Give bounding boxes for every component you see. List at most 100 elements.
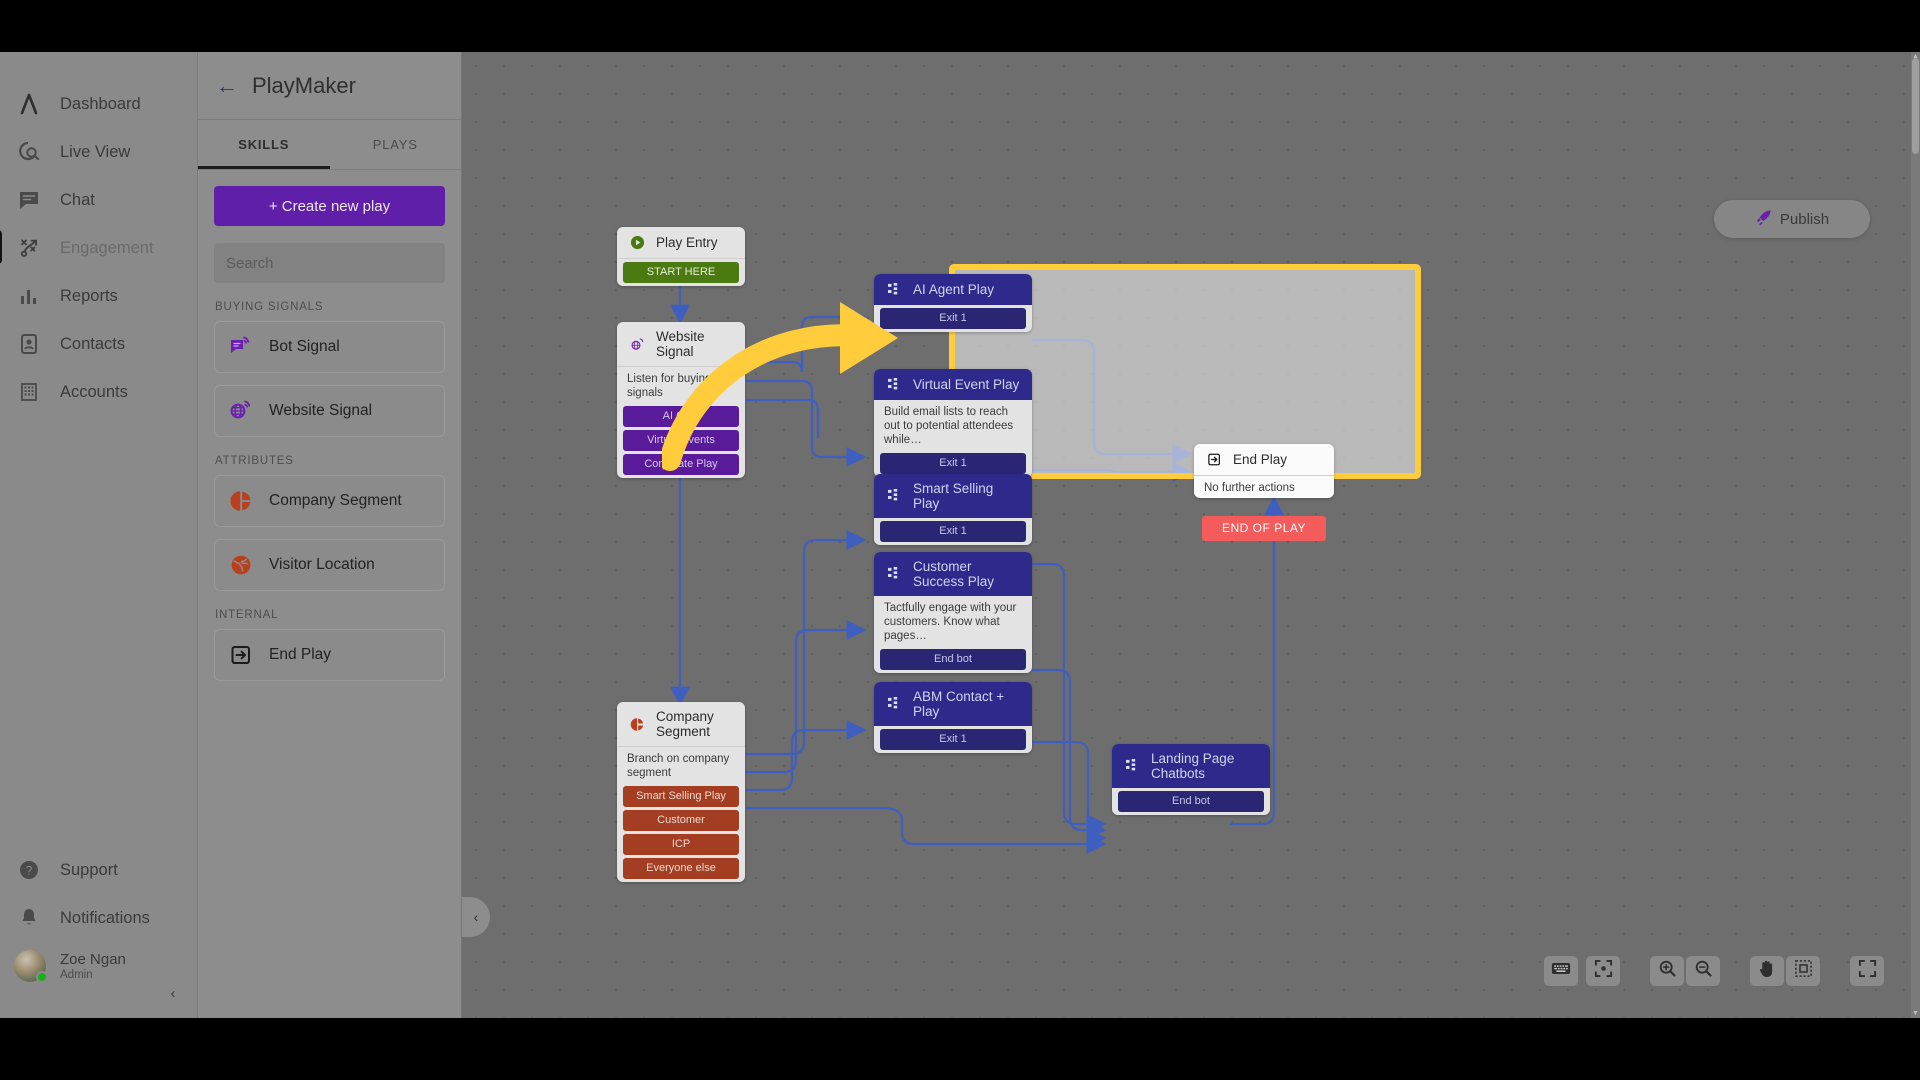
scrollbar-thumb[interactable] [1912, 58, 1919, 154]
sidebar-item-reports[interactable]: Reports [0, 272, 197, 320]
node-header: Virtual Event Play [874, 369, 1032, 400]
node-end-play[interactable]: End Play No further actions [1194, 444, 1334, 498]
node-exit-smart-selling-play[interactable]: Smart Selling Play [623, 786, 739, 807]
bar-chart-icon [14, 281, 44, 311]
node-abm-contact-play[interactable]: ABM Contact + Play Exit 1 [874, 682, 1032, 753]
bot-signal-icon [227, 334, 255, 360]
node-exit-end-bot[interactable]: End bot [1118, 791, 1264, 812]
chevron-left-icon: ‹ [170, 984, 176, 1002]
visitor-location-globe-icon [227, 552, 255, 578]
node-exit-everyone-else[interactable]: Everyone else [623, 858, 739, 879]
sidebar-item-engagement[interactable]: Engagement [0, 224, 197, 272]
node-exit-start-here[interactable]: START HERE [623, 262, 739, 283]
node-title: End Play [1233, 452, 1288, 467]
node-title: Virtual Event Play [913, 377, 1020, 392]
node-description: Branch on company segment [627, 753, 730, 779]
node-exit-1[interactable]: Exit 1 [880, 729, 1026, 750]
sidebar-label: Notifications [60, 908, 150, 927]
node-play-entry[interactable]: Play Entry START HERE [617, 227, 745, 286]
sidebar-item-support[interactable]: ? Support [0, 846, 197, 894]
lambda-logo-icon [14, 89, 44, 119]
node-title: Company Segment [656, 709, 714, 739]
play-node-icon [886, 281, 903, 298]
skill-card-website-signal[interactable]: Website Signal [214, 385, 445, 437]
tab-skills[interactable]: SKILLS [198, 120, 330, 169]
panel-header: ← PlayMaker [198, 52, 461, 120]
node-exit-ai-chat[interactable]: AI Chat [623, 406, 739, 427]
sidebar-item-notifications[interactable]: Notifications [0, 894, 197, 942]
keyboard-shortcuts-button[interactable] [1544, 956, 1578, 986]
select-tool-button[interactable] [1786, 956, 1820, 986]
node-exit-end-of-play[interactable]: END OF PLAY [1202, 516, 1326, 541]
zoom-out-icon [1694, 959, 1713, 983]
node-customer-success-play[interactable]: Customer Success Play Tactfully engage w… [874, 552, 1032, 673]
chat-icon [14, 185, 44, 215]
skill-label: Company Segment [269, 492, 402, 509]
node-header: Company Segment [617, 702, 745, 746]
node-header: Play Entry [617, 227, 745, 258]
publish-button[interactable]: Publish [1714, 200, 1870, 238]
fullscreen-button[interactable] [1850, 956, 1884, 986]
node-ai-agent-play[interactable]: AI Agent Play Exit 1 [874, 274, 1032, 332]
user-account-block[interactable]: Zoe Ngan Admin [0, 950, 197, 983]
back-arrow-icon[interactable]: ← [216, 74, 238, 97]
sidebar-item-live-view[interactable]: Live View [0, 128, 197, 176]
playmaker-canvas[interactable]: Play Entry START HERE Website Signal Lis… [462, 52, 1920, 1018]
node-exit-1[interactable]: Exit 1 [880, 453, 1026, 474]
sidebar-label: Contacts [60, 334, 126, 353]
app-window: Dashboard Live View Chat Engagement Repo… [0, 52, 1920, 1018]
search-input[interactable] [214, 243, 445, 283]
vertical-scrollbar[interactable]: ▲ ▼ [1911, 52, 1920, 1018]
node-header: AI Agent Play [874, 274, 1032, 305]
sidebar-item-chat[interactable]: Chat [0, 176, 197, 224]
node-smart-selling-play[interactable]: Smart Selling Play Exit 1 [874, 474, 1032, 545]
node-exit-customer[interactable]: Customer [623, 810, 739, 831]
zoom-out-button[interactable] [1686, 956, 1720, 986]
node-exit-1[interactable]: Exit 1 [880, 521, 1026, 542]
accounts-building-icon [14, 377, 44, 407]
skill-card-visitor-location[interactable]: Visitor Location [214, 539, 445, 591]
center-view-button[interactable] [1586, 956, 1620, 986]
node-landing-page-chatbots[interactable]: Landing Page Chatbots End bot [1112, 744, 1270, 815]
node-title: Play Entry [656, 235, 718, 250]
group-label-attributes: ATTRIBUTES [215, 455, 294, 467]
create-new-play-button[interactable]: + Create new play [214, 186, 445, 226]
end-play-exit-icon [1206, 451, 1223, 468]
company-segment-pie-icon [227, 488, 255, 514]
sidebar-item-contacts[interactable]: Contacts [0, 320, 197, 368]
node-website-signal[interactable]: Website Signal Listen for buying signals… [617, 322, 745, 478]
zoom-in-button[interactable] [1650, 956, 1684, 986]
node-description: Tactfully engage with your customers. Kn… [884, 602, 1017, 642]
skill-label: Bot Signal [269, 338, 340, 355]
sidebar-item-accounts[interactable]: Accounts [0, 368, 197, 416]
node-virtual-event-play[interactable]: Virtual Event Play Build email lists to … [874, 369, 1032, 477]
pan-tool-button[interactable] [1750, 956, 1784, 986]
node-company-segment[interactable]: Company Segment Branch on company segmen… [617, 702, 745, 882]
node-title: Landing Page Chatbots [1151, 751, 1235, 781]
bell-icon [14, 903, 44, 933]
user-name: Zoe Ngan [60, 950, 126, 968]
node-exit-corporate-play[interactable]: Corporate Play [623, 454, 739, 475]
scroll-down-arrow-icon[interactable]: ▼ [1912, 1010, 1919, 1017]
skill-card-company-segment[interactable]: Company Segment [214, 475, 445, 527]
live-view-icon [14, 137, 44, 167]
play-circle-icon [629, 234, 646, 251]
tool-mode-controls [1750, 956, 1820, 986]
skill-card-end-play[interactable]: End Play [214, 629, 445, 681]
node-description: No further actions [1204, 482, 1295, 494]
node-exit-virtual-events[interactable]: Virtual Events [623, 430, 739, 451]
sidebar-item-dashboard[interactable]: Dashboard [0, 80, 197, 128]
node-exit-icp[interactable]: ICP [623, 834, 739, 855]
hand-icon [1758, 959, 1776, 983]
sidebar-label: Dashboard [60, 94, 141, 113]
play-node-icon [886, 488, 903, 505]
tab-plays[interactable]: PLAYS [330, 120, 462, 169]
nav-secondary-list: ? Support Notifications Zoe Ngan Admin [0, 846, 197, 983]
focus-target-icon [1594, 959, 1613, 983]
node-title: Customer Success Play [913, 559, 995, 589]
node-exit-1[interactable]: Exit 1 [880, 308, 1026, 329]
collapse-rail-button[interactable]: ‹ [160, 980, 186, 1006]
skill-card-bot-signal[interactable]: Bot Signal [214, 321, 445, 373]
group-label-internal: INTERNAL [215, 609, 279, 621]
node-exit-end-bot[interactable]: End bot [880, 649, 1026, 670]
